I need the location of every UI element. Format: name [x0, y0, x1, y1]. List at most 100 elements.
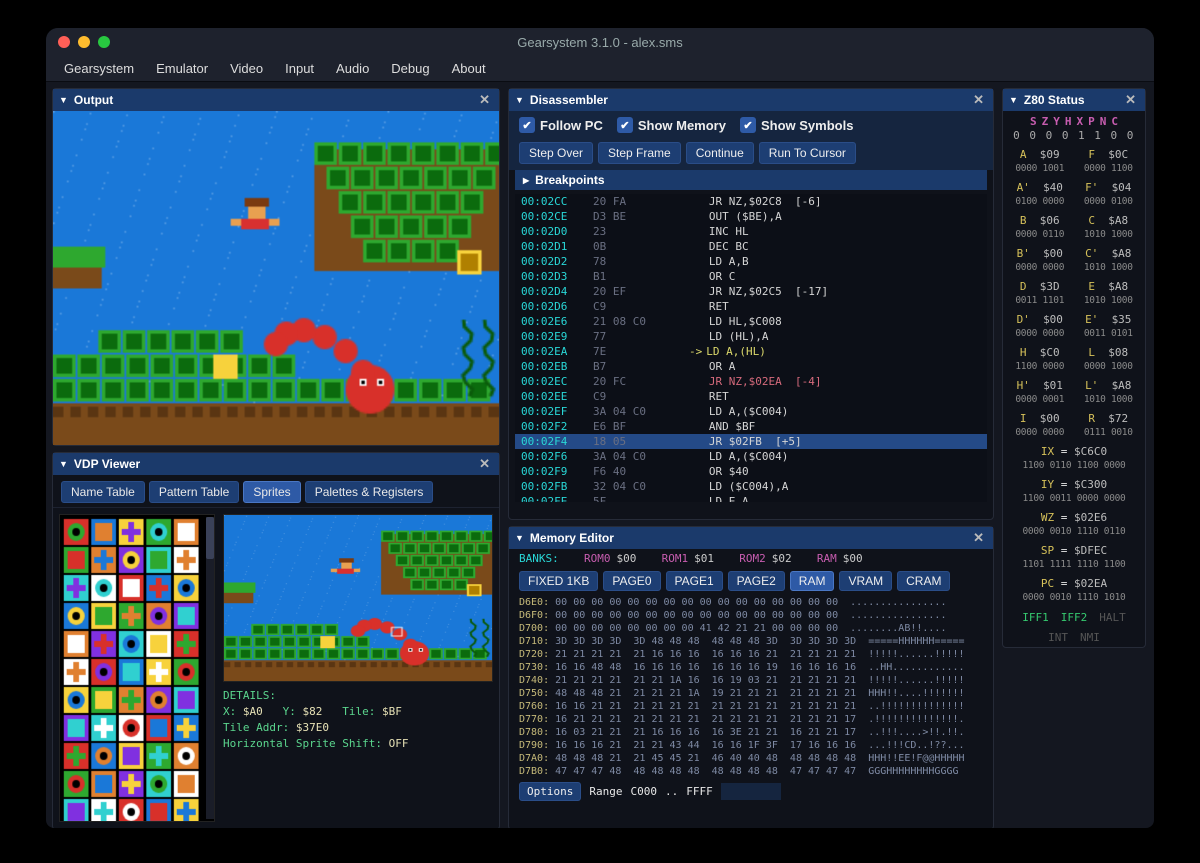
zoom-window-icon[interactable]: [98, 36, 110, 48]
disasm-row[interactable]: 00:02F418 05 JR $02FB [+5]: [515, 434, 987, 449]
z80-status-panel: ▼ Z80 Status ✕ SZYHXPNC0 0 0 0 1 1 0 0A …: [1002, 88, 1146, 648]
close-icon[interactable]: ✕: [970, 92, 987, 108]
app-window: Gearsystem 3.1.0 - alex.sms GearsystemEm…: [46, 28, 1154, 828]
vdp-tab[interactable]: Sprites: [243, 481, 300, 503]
mem-title: Memory Editor: [530, 531, 614, 545]
checkbox-icon: ✔: [519, 117, 535, 133]
close-icon[interactable]: ✕: [1122, 92, 1139, 108]
mem-tab[interactable]: VRAM: [839, 571, 892, 591]
vdp-viewer-panel: ▼ VDP Viewer ✕ Name TablePattern TableSp…: [52, 452, 500, 828]
disasm-row[interactable]: 00:02F2E6 BF AND $BF: [515, 419, 987, 434]
mem-tab[interactable]: PAGE0: [603, 571, 660, 591]
output-title: Output: [74, 93, 113, 107]
window-title: Gearsystem 3.1.0 - alex.sms: [56, 35, 1144, 50]
disasm-row[interactable]: 00:02EF3A 04 C0 LD A,($C004): [515, 404, 987, 419]
vdp-title: VDP Viewer: [74, 457, 140, 471]
disasm-row[interactable]: 00:02EA7E ->LD A,(HL): [515, 344, 987, 359]
scrollbar[interactable]: [206, 517, 214, 819]
vdp-header[interactable]: ▼ VDP Viewer ✕: [53, 453, 499, 475]
menu-audio[interactable]: Audio: [326, 58, 379, 79]
menubar: GearsystemEmulatorVideoInputAudioDebugAb…: [46, 56, 1154, 82]
disasm-row[interactable]: 00:02D420 EF JR NZ,$02C5 [-17]: [515, 284, 987, 299]
sprite-details: DETAILS: X: $A0 Y: $82 Tile: $BF Tile Ad…: [223, 688, 493, 752]
close-icon[interactable]: ✕: [970, 530, 987, 546]
memory-editor-panel: ▼ Memory Editor ✕ BANKS: ROM0 $00 ROM1 $…: [508, 526, 994, 828]
mem-tabs: FIXED 1KBPAGE0 PAGE1PAGE2RAMVRAMCRAM: [509, 568, 993, 596]
menu-about[interactable]: About: [442, 58, 496, 79]
disasm-row[interactable]: 00:02D10B DEC BC: [515, 239, 987, 254]
triangle-down-icon: ▼: [515, 533, 524, 543]
mem-tab[interactable]: PAGE1: [666, 571, 723, 591]
vdp-preview-canvas: [223, 514, 493, 682]
mem-header[interactable]: ▼ Memory Editor ✕: [509, 527, 993, 549]
range-hi: FFFF: [686, 785, 713, 798]
checkbox-icon: ✔: [617, 117, 633, 133]
menu-emulator[interactable]: Emulator: [146, 58, 218, 79]
triangle-down-icon: ▼: [59, 459, 68, 469]
vdp-tab[interactable]: Pattern Table: [149, 481, 240, 503]
game-output-canvas: [53, 111, 499, 445]
disasm-header[interactable]: ▼ Disassembler ✕: [509, 89, 993, 111]
step-frame-button[interactable]: Step Frame: [598, 142, 681, 164]
disasm-row[interactable]: 00:02F9F6 40 OR $40: [515, 464, 987, 479]
disassembler-panel: ▼ Disassembler ✕ ✔Follow PC✔Show Memory✔…: [508, 88, 994, 520]
disasm-row[interactable]: 00:02FB32 04 C0 LD ($C004),A: [515, 479, 987, 494]
check-follow-pc[interactable]: ✔Follow PC: [519, 117, 603, 133]
vdp-tabs: Name TablePattern TableSpritesPalettes &…: [53, 475, 499, 508]
continue-button[interactable]: Continue: [686, 142, 754, 164]
mem-footer: Options Range C000..FFFF: [509, 778, 993, 805]
disasm-row[interactable]: 00:02D3B1 OR C: [515, 269, 987, 284]
disasm-row[interactable]: 00:02F63A 04 C0 LD A,($C004): [515, 449, 987, 464]
disasm-row[interactable]: 00:02EC20 FC JR NZ,$02EA [-4]: [515, 374, 987, 389]
disasm-row[interactable]: 00:02CC20 FA JR NZ,$02C8 [-6]: [515, 194, 987, 209]
disasm-row[interactable]: 00:02D023 INC HL: [515, 224, 987, 239]
z80-header[interactable]: ▼ Z80 Status ✕: [1003, 89, 1145, 111]
triangle-down-icon: ▼: [515, 95, 524, 105]
disasm-list[interactable]: 00:02CC20 FA JR NZ,$02C8 [-6]00:02CED3 B…: [515, 194, 987, 502]
mem-tab[interactable]: PAGE2: [728, 571, 785, 591]
banks-line: BANKS: ROM0 $00 ROM1 $01 ROM2 $02 RAM $0…: [509, 549, 993, 568]
run-to-cursor-button[interactable]: Run To Cursor: [759, 142, 856, 164]
check-show-symbols[interactable]: ✔Show Symbols: [740, 117, 853, 133]
triangle-right-icon: ▶: [523, 176, 529, 185]
vdp-tab[interactable]: Name Table: [61, 481, 145, 503]
close-icon[interactable]: ✕: [476, 456, 493, 472]
step-over-button[interactable]: Step Over: [519, 142, 593, 164]
menu-input[interactable]: Input: [275, 58, 324, 79]
check-show-memory[interactable]: ✔Show Memory: [617, 117, 726, 133]
disasm-checks: ✔Follow PC ✔Show Memory ✔Show Symbols: [509, 111, 993, 139]
disasm-row[interactable]: 00:02FE5F LD E,A: [515, 494, 987, 502]
disasm-row[interactable]: 00:02EEC9 RET: [515, 389, 987, 404]
triangle-down-icon: ▼: [59, 95, 68, 105]
mem-tab[interactable]: RAM: [790, 571, 835, 591]
disasm-row[interactable]: 00:02CED3 BE OUT ($BE),A: [515, 209, 987, 224]
output-header[interactable]: ▼ Output ✕: [53, 89, 499, 111]
sprite-list[interactable]: [59, 514, 215, 822]
z80-title: Z80 Status: [1024, 93, 1085, 107]
disasm-title: Disassembler: [530, 93, 608, 107]
mem-hex-view[interactable]: D6E0: 00 00 00 00 00 00 00 00 00 00 00 0…: [509, 596, 993, 778]
range-input[interactable]: [721, 783, 781, 800]
mem-tab[interactable]: FIXED 1KB: [519, 571, 598, 591]
vdp-tab[interactable]: Palettes & Registers: [305, 481, 434, 503]
menu-gearsystem[interactable]: Gearsystem: [54, 58, 144, 79]
scrollbar-thumb[interactable]: [206, 517, 214, 559]
disasm-row[interactable]: 00:02D6C9 RET: [515, 299, 987, 314]
mem-tab[interactable]: CRAM: [897, 571, 950, 591]
output-panel: ▼ Output ✕: [52, 88, 500, 446]
options-button[interactable]: Options: [519, 782, 581, 801]
disasm-row[interactable]: 00:02E977 LD (HL),A: [515, 329, 987, 344]
close-window-icon[interactable]: [58, 36, 70, 48]
range-label: Range: [589, 785, 622, 798]
disasm-row[interactable]: 00:02EBB7 OR A: [515, 359, 987, 374]
checkbox-icon: ✔: [740, 117, 756, 133]
menu-video[interactable]: Video: [220, 58, 273, 79]
disasm-row[interactable]: 00:02D278 LD A,B: [515, 254, 987, 269]
breakpoints-header[interactable]: ▶ Breakpoints: [515, 170, 987, 190]
disasm-row[interactable]: 00:02E621 08 C0 LD HL,$C008: [515, 314, 987, 329]
minimize-window-icon[interactable]: [78, 36, 90, 48]
menu-debug[interactable]: Debug: [381, 58, 439, 79]
range-lo: C000: [630, 785, 657, 798]
z80-body: SZYHXPNC0 0 0 0 1 1 0 0A $090000 1001F $…: [1003, 111, 1145, 649]
close-icon[interactable]: ✕: [476, 92, 493, 108]
